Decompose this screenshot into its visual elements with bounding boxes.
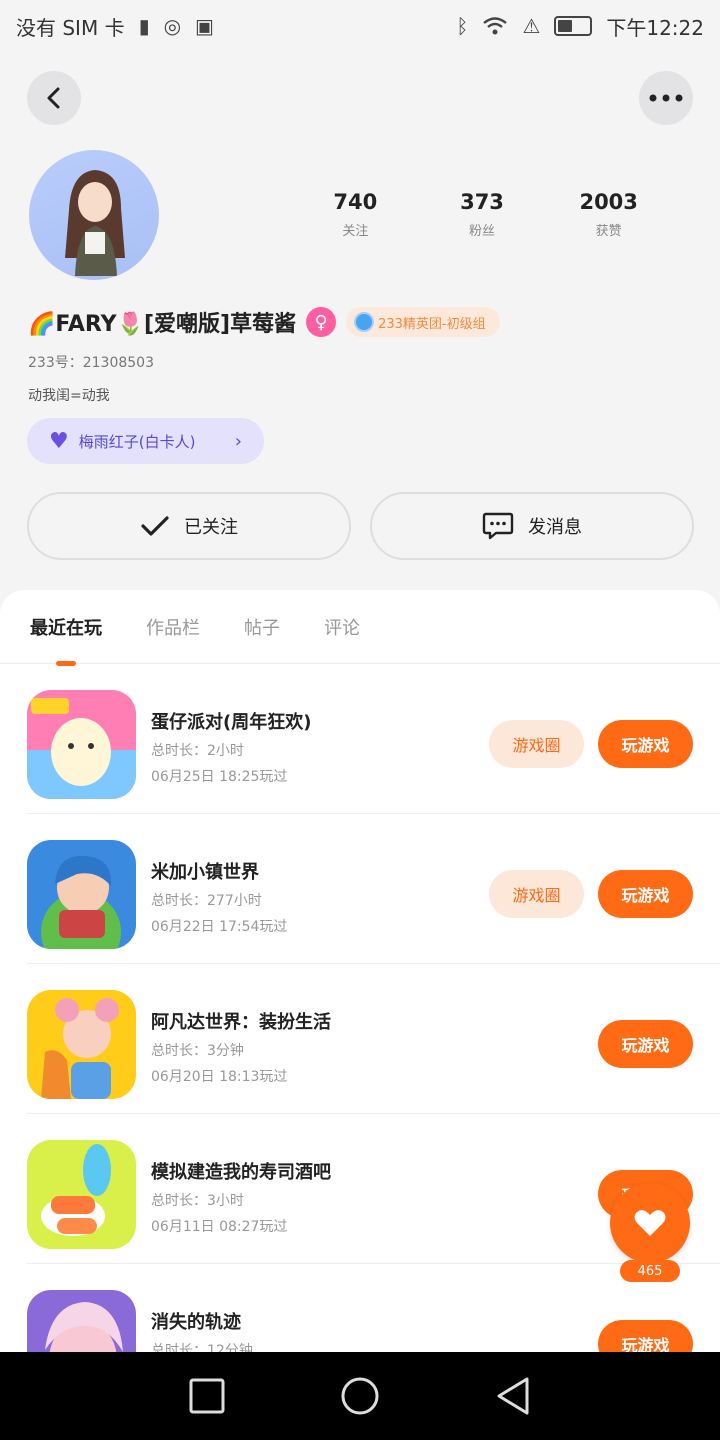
game-title: 模拟建造我的寿司酒吧 <box>151 1162 331 1183</box>
list-item[interactable]: 米加小镇世界 总时长：277小时 06月22日 17:54玩过 游戏圈 玩游戏 <box>27 814 720 964</box>
alert-icon: ⚠ <box>522 14 541 38</box>
level-badge[interactable]: 233精英团-初级组 <box>346 307 500 337</box>
stat-label: 粉丝 <box>469 224 496 239</box>
heart-icon <box>634 1210 666 1236</box>
game-last-played: 06月25日 18:25玩过 <box>151 769 288 785</box>
recents-button[interactable] <box>187 1376 227 1416</box>
stat-label: 关注 <box>342 224 369 239</box>
checkmark-icon <box>141 516 169 536</box>
stat-label: 获赞 <box>595 224 622 239</box>
game-circle-button[interactable]: 游戏圈 <box>489 720 584 768</box>
avatar[interactable] <box>29 150 159 280</box>
tab-comments[interactable]: 评论 <box>324 614 360 640</box>
play-game-button[interactable]: 玩游戏 <box>598 870 693 918</box>
user-bio: 动我闺=动我 <box>28 388 110 404</box>
game-circle-button[interactable]: 游戏圈 <box>489 870 584 918</box>
tab-bar: 最近在玩 作品栏 帖子 评论 <box>0 590 720 666</box>
game-icon-avatar-world[interactable] <box>27 990 136 1099</box>
username: 🌈FARY🌷[爱嘲版]草莓酱 <box>28 312 297 337</box>
list-item[interactable]: 阿凡达世界：装扮生活 总时长：3分钟 06月20日 18:13玩过 玩游戏 <box>27 964 720 1114</box>
level-badge-label: 233精英团-初级组 <box>378 316 486 332</box>
game-title: 米加小镇世界 <box>151 862 259 883</box>
game-icon-miga-town[interactable] <box>27 840 136 949</box>
stat-following[interactable]: 740 关注 <box>292 190 419 239</box>
status-bar: 没有 SIM 卡 ▮ ◎ ▣ ᛒ ⚠ 下午12:22 <box>0 0 720 52</box>
like-count-badge: 465 <box>620 1260 680 1282</box>
clock: 下午12:22 <box>606 15 704 40</box>
game-duration: 总时长：3分钟 <box>151 1043 244 1059</box>
wifi-icon <box>483 17 508 35</box>
stat-value: 2003 <box>579 190 638 214</box>
game-last-played: 06月22日 17:54玩过 <box>151 919 288 935</box>
carrier-text: 没有 SIM 卡 <box>16 15 125 40</box>
home-button[interactable] <box>340 1376 380 1416</box>
triangle-back-icon <box>497 1377 529 1415</box>
more-dots-icon <box>649 94 683 102</box>
game-last-played: 06月11日 08:27玩过 <box>151 1219 288 1235</box>
back-button[interactable] <box>27 71 81 125</box>
image-icon: ▣ <box>195 14 214 38</box>
game-list: 蛋仔派对(周年狂欢) 总时长：2小时 06月25日 18:25玩过 游戏圈 玩游… <box>0 664 720 1414</box>
play-game-button[interactable]: 玩游戏 <box>598 720 693 768</box>
game-duration: 总时长：2小时 <box>151 743 244 759</box>
game-title: 蛋仔派对(周年狂欢) <box>151 712 312 733</box>
game-duration: 总时长：3小时 <box>151 1193 244 1209</box>
tab-recent-played[interactable]: 最近在玩 <box>30 614 102 666</box>
game-title: 消失的轨迹 <box>151 1312 241 1333</box>
fan-tag-label: 梅雨红子(白卡人) <box>78 432 196 451</box>
female-gender-icon: ♀ <box>306 307 337 337</box>
back-arrow-icon <box>47 87 60 109</box>
stat-value: 740 <box>333 190 378 214</box>
back-nav-button[interactable] <box>493 1376 533 1416</box>
name-row: 🌈FARY🌷[爱嘲版]草莓酱 ♀ 233精英团-初级组 <box>28 306 500 338</box>
stat-followers[interactable]: 373 粉丝 <box>419 190 546 239</box>
status-bar-left: 没有 SIM 卡 ▮ ◎ ▣ <box>16 12 214 41</box>
circle-icon <box>341 1377 379 1415</box>
followed-label: 已关注 <box>184 517 238 538</box>
game-duration: 总时长：277小时 <box>151 893 262 909</box>
more-button[interactable] <box>639 71 693 125</box>
message-button[interactable]: 发消息 <box>370 492 694 560</box>
tab-works[interactable]: 作品栏 <box>146 614 200 640</box>
stat-value: 373 <box>460 190 504 214</box>
floating-like-button[interactable] <box>610 1183 690 1263</box>
heart-icon: ♥ <box>49 428 69 454</box>
profile-stats: 740 关注 373 粉丝 2003 获赞 <box>292 190 672 239</box>
bluetooth-icon: ᛒ <box>456 14 469 38</box>
followed-button[interactable]: 已关注 <box>27 492 351 560</box>
chat-bubble-icon <box>482 512 514 540</box>
game-icon-eggy-party[interactable] <box>27 690 136 799</box>
game-icon-sushi-bar[interactable] <box>27 1140 136 1249</box>
status-bar-right: ᛒ ⚠ 下午12:22 <box>456 12 704 41</box>
fan-tag-button[interactable]: ♥ 梅雨红子(白卡人) › <box>27 418 264 464</box>
user-id: 233号：21308503 <box>28 355 154 371</box>
play-game-button[interactable]: 玩游戏 <box>598 1020 693 1068</box>
game-title: 阿凡达世界：装扮生活 <box>151 1012 331 1033</box>
list-item[interactable]: 蛋仔派对(周年狂欢) 总时长：2小时 06月25日 18:25玩过 游戏圈 玩游… <box>27 664 720 814</box>
square-icon <box>189 1378 225 1414</box>
stat-likes[interactable]: 2003 获赞 <box>545 190 672 239</box>
sd-card-icon: ▮ <box>138 14 150 38</box>
badge-gem-icon <box>354 312 375 332</box>
avatar-illustration <box>65 170 125 276</box>
battery-icon <box>554 16 593 36</box>
tab-posts[interactable]: 帖子 <box>244 614 280 640</box>
hotspot-icon: ◎ <box>163 14 182 38</box>
chevron-right-icon: › <box>234 430 242 452</box>
message-label: 发消息 <box>528 517 582 538</box>
game-last-played: 06月20日 18:13玩过 <box>151 1069 288 1085</box>
system-nav-bar <box>0 1352 720 1440</box>
